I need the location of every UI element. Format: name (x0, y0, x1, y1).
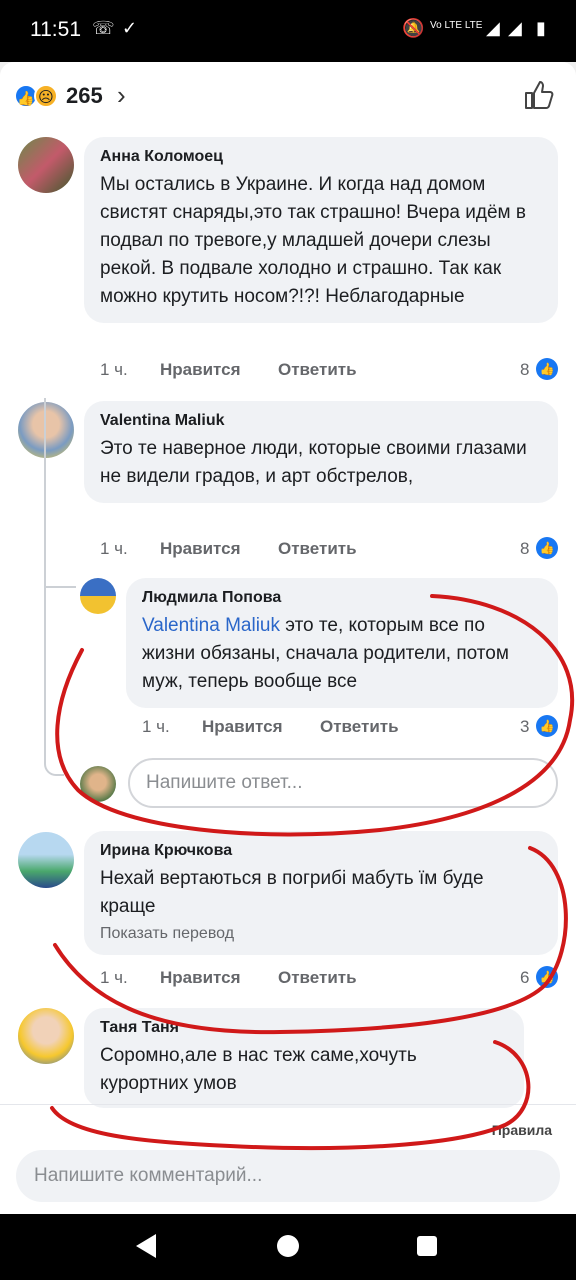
signal-icon: ◢ (486, 18, 500, 38)
avatar-tanya[interactable] (18, 1008, 74, 1064)
avatar-iryna[interactable] (18, 832, 74, 888)
check-icon: ✓ (122, 18, 138, 38)
reply-action[interactable]: Ответить (278, 968, 357, 988)
comment-time: 1 ч. (142, 717, 170, 736)
like-count-icon: 👍 (536, 715, 558, 737)
comment-bubble: Таня Таня Соромно,але в нас теж саме,хоч… (84, 1008, 524, 1108)
like-button-icon[interactable] (522, 78, 556, 112)
reply-action[interactable]: Ответить (320, 717, 399, 737)
like-action[interactable]: Нравится (160, 539, 241, 559)
comment-text: Это те наверное люди, которые своими гла… (100, 438, 527, 487)
divider (0, 1104, 576, 1105)
comment-input[interactable]: Напишите комментарий... (16, 1150, 560, 1202)
comment-actions: 1 ч. Нравится Ответить (100, 539, 400, 563)
recent-apps-icon[interactable] (417, 1236, 437, 1256)
comment-text: Соромно,але в нас теж саме,хочуть курорт… (100, 1045, 417, 1094)
like-count-icon: 👍 (536, 966, 558, 988)
like-count-icon: 👍 (536, 358, 558, 380)
like-count-icon: 👍 (536, 537, 558, 559)
comment-text: Мы остались в Украине. И когда над домом… (100, 174, 526, 307)
network-label: Vo LTE LTE (430, 20, 483, 31)
my-avatar (80, 766, 116, 802)
like-action[interactable]: Нравится (160, 968, 241, 988)
comment-author[interactable]: Таня Таня (100, 1019, 508, 1037)
like-action[interactable]: Нравится (202, 717, 283, 737)
viber-icon: ☏ (92, 18, 115, 38)
reaction-count: 8 (520, 539, 530, 558)
comment-author[interactable]: Valentina Maliuk (100, 412, 542, 430)
reaction-count: 6 (520, 968, 530, 987)
reactions-count: 265 (66, 83, 103, 108)
comment-author[interactable]: Людмила Попова (142, 589, 542, 607)
show-translation-link[interactable]: Показать перевод (100, 925, 542, 943)
thread-connector (44, 586, 76, 588)
system-nav-bar (0, 1214, 576, 1280)
status-time: 11:51 (30, 18, 81, 41)
signal2-icon: ◢ (508, 18, 522, 38)
reply-bubble: Людмила Попова Valentina Maliuk это те, … (126, 578, 558, 708)
home-icon[interactable] (277, 1235, 299, 1257)
rules-link[interactable]: Правила (492, 1122, 552, 1138)
comment-text: Valentina Maliuk это те, которым все по … (142, 612, 542, 696)
comment-bubble: Ирина Крючкова Нехай вертаються в погриб… (84, 831, 558, 955)
comment-time: 1 ч. (100, 360, 128, 379)
mention-link[interactable]: Valentina Maliuk (142, 615, 280, 636)
comment-author[interactable]: Анна Коломоец (100, 148, 542, 166)
avatar-ludmila[interactable] (80, 578, 116, 614)
reaction-count: 8 (520, 360, 530, 379)
comment-time: 1 ч. (100, 539, 128, 558)
chevron-right-icon: › (117, 80, 126, 110)
comment-text: Нехай вертаються в погрибі мабуть їм буд… (100, 868, 484, 917)
battery-icon: ▮ (536, 18, 546, 38)
comment-bubble: Valentina Maliuk Это те наверное люди, к… (84, 401, 558, 503)
mute-icon: 🔕 (402, 18, 425, 38)
avatar-anna[interactable] (18, 137, 74, 193)
reply-action[interactable]: Ответить (278, 539, 357, 559)
sad-reaction-icon: ☹ (34, 84, 58, 108)
comment-time: 1 ч. (100, 968, 128, 987)
comment-author[interactable]: Ирина Крючкова (100, 842, 542, 860)
comment-bubble: Анна Коломоец Мы остались в Украине. И к… (84, 137, 558, 323)
reply-input[interactable]: Напишите ответ... (128, 758, 558, 808)
status-bar: 11:51 ☏ ✓ 🔕 Vo LTE LTE ◢ ◢ ▮ (0, 0, 576, 62)
comment-actions: 1 ч. Нравится Ответить (100, 360, 400, 384)
reactions-bar[interactable]: 👍 ☹ 265 › (0, 62, 576, 130)
comment-actions: 1 ч. Нравится Ответить (100, 968, 400, 992)
reaction-count: 3 (520, 717, 530, 736)
reply-action[interactable]: Ответить (278, 360, 357, 380)
comment-actions: 1 ч. Нравится Ответить (142, 717, 442, 741)
like-action[interactable]: Нравится (160, 360, 241, 380)
back-icon[interactable] (136, 1234, 156, 1258)
